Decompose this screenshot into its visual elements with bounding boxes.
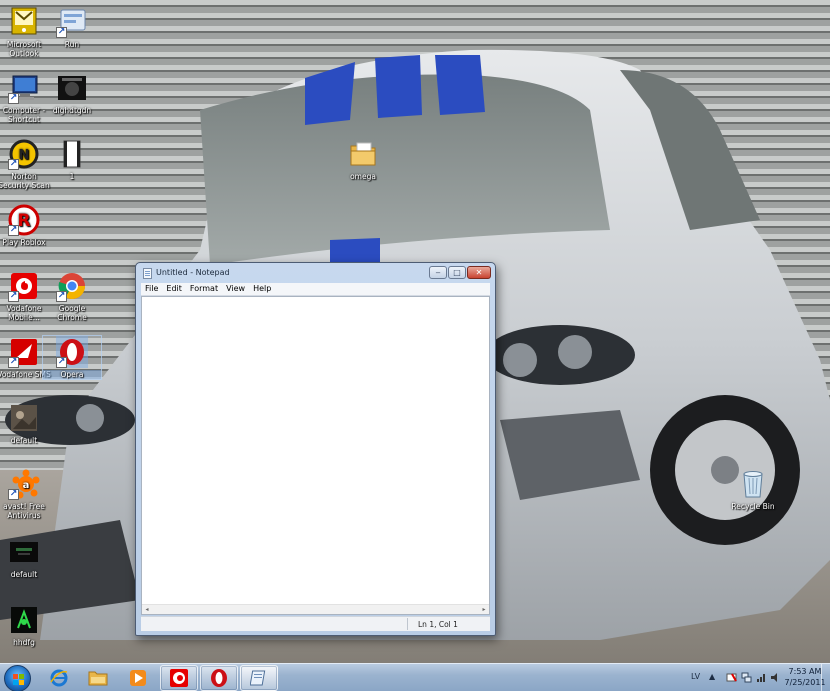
windows-explorer-icon bbox=[88, 671, 108, 686]
desktop-icon-omega-folder[interactable]: omega bbox=[334, 138, 392, 181]
internet-explorer-icon bbox=[50, 669, 68, 687]
svg-text:R: R bbox=[17, 211, 30, 231]
avast-icon: a ↗ bbox=[8, 468, 40, 500]
status-bar: Ln 1, Col 1 bbox=[141, 616, 490, 631]
cursor-position: Ln 1, Col 1 bbox=[418, 620, 458, 629]
vodafone-icon: ↗ bbox=[8, 270, 40, 302]
folder-icon bbox=[347, 138, 379, 170]
notepad-window[interactable]: Untitled - Notepad ‒ □ ✕ File Edit Format V… bbox=[135, 262, 496, 636]
volume-icon[interactable] bbox=[770, 672, 781, 683]
desktop-icon-1[interactable]: 1 bbox=[43, 138, 101, 181]
show-hidden-icons-icon[interactable]: ▲ bbox=[709, 672, 715, 681]
opera-icon bbox=[211, 669, 227, 687]
notepad-icon bbox=[143, 268, 152, 279]
menu-file[interactable]: File bbox=[141, 283, 162, 295]
windows-logo-icon bbox=[13, 674, 24, 685]
green-image-icon bbox=[8, 604, 40, 636]
menu-bar: File Edit Format View Help bbox=[141, 283, 490, 296]
film-strip-icon bbox=[56, 138, 88, 170]
scroll-right-icon[interactable]: ▸ bbox=[479, 605, 489, 615]
editor-content bbox=[142, 297, 489, 301]
media-player-icon bbox=[130, 670, 146, 686]
taskbar-notepad[interactable] bbox=[240, 665, 278, 691]
menu-view[interactable]: View bbox=[222, 283, 249, 295]
desktop-icon-recycle-bin[interactable]: Recycle Bin bbox=[724, 468, 782, 511]
action-center-icon[interactable] bbox=[726, 672, 737, 683]
close-button[interactable]: ✕ bbox=[467, 266, 491, 279]
notepad-titlebar[interactable]: Untitled - Notepad ‒ □ ✕ bbox=[136, 263, 495, 283]
hacker-image-icon bbox=[56, 72, 88, 104]
start-button[interactable] bbox=[4, 665, 31, 691]
system-tray: LV ▲ 7:53 AM 7/25/2011 bbox=[686, 664, 830, 691]
run-icon: ↗ bbox=[56, 6, 88, 38]
image-file-icon bbox=[8, 402, 40, 434]
desktop-icon-opera[interactable]: ↗ Opera bbox=[42, 335, 102, 380]
desktop-icon-default-1[interactable]: default bbox=[0, 402, 53, 445]
taskbar-opera[interactable] bbox=[200, 665, 238, 691]
taskbar-windows-explorer[interactable] bbox=[80, 665, 116, 691]
taskbar-vodafone[interactable] bbox=[160, 665, 198, 691]
desktop-icon-default-2[interactable]: default bbox=[0, 536, 53, 579]
scroll-left-icon[interactable]: ◂ bbox=[142, 605, 152, 615]
menu-format[interactable]: Format bbox=[186, 283, 222, 295]
desktop-icon-roblox[interactable]: R ↗ Play Roblox bbox=[0, 204, 53, 247]
language-indicator[interactable]: LV bbox=[691, 672, 700, 681]
window-title: Untitled - Notepad bbox=[156, 268, 230, 277]
maximize-button[interactable]: □ bbox=[448, 266, 466, 279]
menu-edit[interactable]: Edit bbox=[162, 283, 186, 295]
desktop-icon-dlghdtgdn[interactable]: dlghdtgdn bbox=[43, 72, 101, 115]
text-editor-area[interactable]: ◂ ▸ bbox=[141, 296, 490, 615]
horizontal-scrollbar[interactable]: ◂ ▸ bbox=[142, 604, 489, 614]
network-icon[interactable] bbox=[741, 672, 752, 683]
roblox-icon: R ↗ bbox=[8, 204, 40, 236]
minimize-button[interactable]: ‒ bbox=[429, 266, 447, 279]
show-desktop-button[interactable] bbox=[821, 664, 830, 691]
desktop-icon-hhdfg[interactable]: hhdfg bbox=[0, 604, 53, 647]
signal-strength-icon[interactable] bbox=[756, 672, 767, 683]
vodafone-sms-icon: ↗ bbox=[8, 336, 40, 368]
svg-text:a: a bbox=[23, 480, 30, 491]
status-divider bbox=[407, 618, 408, 630]
recycle-bin-icon bbox=[737, 468, 769, 500]
computer-icon: ↗ bbox=[8, 72, 40, 104]
desktop-icon-avast[interactable]: a ↗ avast! Free Antivirus bbox=[0, 468, 53, 520]
outlook-icon bbox=[8, 6, 40, 38]
vodafone-icon bbox=[170, 669, 188, 687]
opera-icon: ↗ bbox=[56, 336, 88, 368]
taskbar-media-player[interactable] bbox=[120, 665, 156, 691]
svg-text:N: N bbox=[19, 148, 30, 163]
norton-icon: N ↗ bbox=[8, 138, 40, 170]
hacker-image-icon bbox=[8, 536, 40, 568]
chrome-icon: ↗ bbox=[56, 270, 88, 302]
taskbar-internet-explorer[interactable] bbox=[41, 665, 77, 691]
desktop-icon-chrome[interactable]: ↗ Google Chrome bbox=[43, 270, 101, 322]
taskbar: LV ▲ 7:53 AM 7/25/2011 bbox=[0, 663, 830, 691]
notepad-icon bbox=[250, 670, 266, 686]
menu-help[interactable]: Help bbox=[249, 283, 275, 295]
desktop-icon-run[interactable]: ↗ Run bbox=[43, 6, 101, 49]
